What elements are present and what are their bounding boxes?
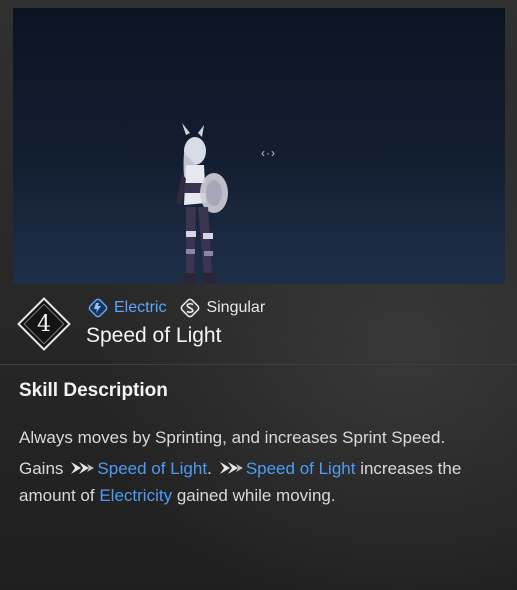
tier-number: 4 <box>37 311 51 337</box>
electric-icon <box>88 298 108 318</box>
divider <box>0 364 517 365</box>
resource-link-electricity[interactable]: Electricity <box>99 486 172 505</box>
buff-link-speed-of-light[interactable]: Speed of Light <box>97 459 207 478</box>
speed-arrows-icon <box>219 462 243 474</box>
tail-text: gained while moving. <box>176 486 336 505</box>
period: . <box>207 459 212 478</box>
description-line-1: Always moves by Sprinting, and increases… <box>19 428 446 447</box>
skill-name: Speed of Light <box>86 324 222 347</box>
rarity-tag-label: Singular <box>206 299 266 316</box>
rarity-tag: Singular <box>180 298 265 318</box>
skill-panel: ‹·› 4 Electric Singular Speed of Light S… <box>0 0 517 590</box>
skill-preview-viewport[interactable]: ‹·› <box>13 8 505 284</box>
rotate-hint-icon: ‹·› <box>261 146 276 160</box>
preview-backdrop <box>13 164 505 284</box>
buff-link-speed-of-light-2[interactable]: Speed of Light <box>246 459 356 478</box>
character-model <box>176 123 228 284</box>
gains-prefix: Gains <box>19 459 64 478</box>
element-tag: Electric <box>88 298 166 318</box>
singular-icon <box>181 298 200 318</box>
skill-tags: Electric Singular <box>88 296 265 320</box>
description-line-2: Gains Speed of Light. Speed of Light inc… <box>19 455 499 509</box>
tier-badge: 4 <box>16 296 72 352</box>
skill-description: Always moves by Sprinting, and increases… <box>19 424 499 513</box>
speed-arrows-icon <box>71 462 95 474</box>
description-heading: Skill Description <box>19 380 168 401</box>
element-tag-label: Electric <box>114 299 167 316</box>
